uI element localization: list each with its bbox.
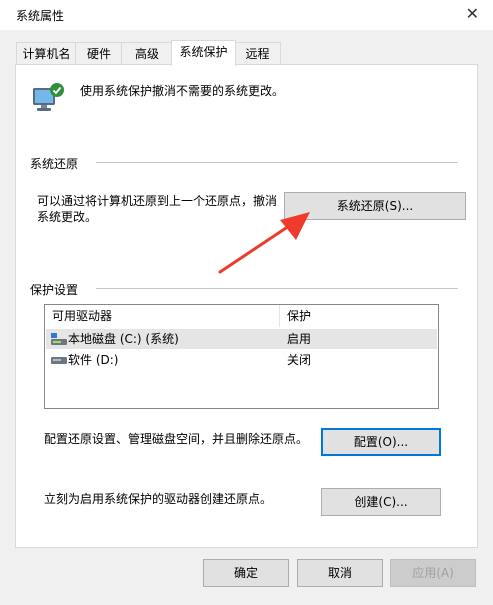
computer-shield-icon [33, 83, 64, 111]
column-header-drive[interactable]: 可用驱动器 [52, 305, 112, 327]
annotation-arrow-icon [218, 212, 310, 274]
cancel-button-label: 取消 [327, 566, 352, 580]
drive-name: 软件 (D:) [68, 353, 119, 367]
configure-button-label: 配置(O)... [353, 435, 409, 449]
configure-description: 配置还原设置、管理磁盘空间，并且删除还原点。 [44, 432, 309, 446]
tab-hardware[interactable]: 硬件 [75, 42, 123, 65]
drive-name: 本地磁盘 (C:) (系统) [68, 332, 179, 346]
tab-label: 远程 [245, 47, 270, 61]
tab-computer-name[interactable]: 计算机名 [16, 42, 77, 65]
drive-icon [51, 357, 67, 364]
ok-button-label: 确定 [233, 566, 258, 580]
window-title: 系统属性 [16, 9, 65, 23]
cancel-button[interactable]: 取消 [297, 559, 383, 587]
apply-button[interactable]: 应用(A) [390, 559, 476, 587]
system-drive-icon [51, 333, 67, 345]
restore-description-line2: 系统更改。 [37, 210, 98, 224]
apply-button-label: 应用(A) [412, 566, 454, 580]
drive-protection: 关闭 [287, 353, 312, 367]
tab-label: 系统保护 [179, 45, 228, 59]
column-header-protection[interactable]: 保护 [287, 305, 311, 327]
tab-label: 计算机名 [22, 47, 71, 61]
system-restore-button-label: 系统还原(S)... [336, 199, 414, 213]
protection-group-label: 保护设置 [30, 283, 79, 297]
ok-button[interactable]: 确定 [203, 559, 289, 587]
column-separator [279, 305, 280, 327]
drive-list[interactable]: 可用驱动器 保护 本地磁盘 (C:) (系统) 启用 软件 (D:) 关闭 [44, 304, 439, 409]
configure-button[interactable]: 配置(O)... [321, 428, 441, 456]
create-button[interactable]: 创建(C)... [321, 488, 441, 516]
tab-remote[interactable]: 远程 [234, 42, 281, 65]
create-description: 立刻为启用系统保护的驱动器创建还原点。 [44, 492, 273, 506]
tab-label: 高级 [134, 47, 159, 61]
drive-row-c[interactable]: 本地磁盘 (C:) (系统) 启用 [46, 329, 437, 349]
drive-protection: 启用 [287, 332, 312, 346]
create-button-label: 创建(C)... [354, 495, 408, 509]
tab-label: 硬件 [86, 47, 111, 61]
tab-advanced[interactable]: 高级 [121, 42, 173, 65]
drive-row-d[interactable]: 软件 (D:) 关闭 [46, 350, 437, 370]
protection-divider [96, 288, 458, 289]
restore-divider [96, 162, 458, 163]
title-bar: 系统属性 ✕ [0, 0, 493, 30]
intro-text: 使用系统保护撤消不需要的系统更改。 [80, 84, 285, 98]
restore-group-label: 系统还原 [30, 157, 79, 171]
close-icon[interactable]: ✕ [466, 5, 479, 23]
tab-system-protection[interactable]: 系统保护 [171, 40, 236, 66]
